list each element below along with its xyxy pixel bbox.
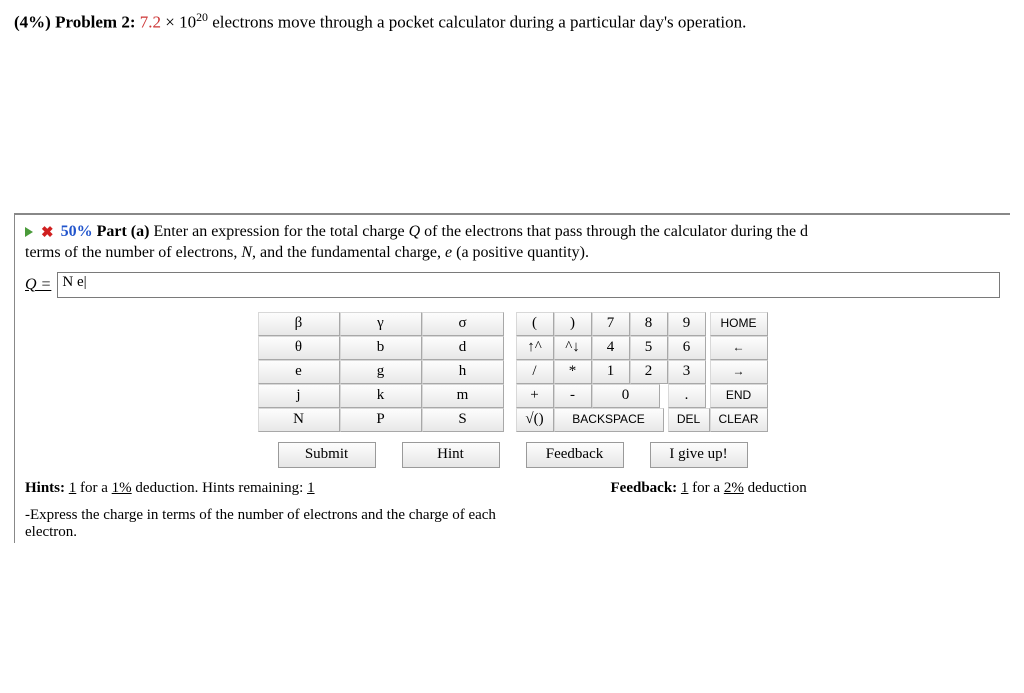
hint-text: -Express the charge in terms of the numb…: [25, 507, 545, 541]
feedback-button[interactable]: Feedback: [526, 442, 624, 468]
key-lparen[interactable]: (: [516, 312, 554, 336]
action-row: Submit Hint Feedback I give up!: [25, 442, 1000, 468]
key-upper-p[interactable]: P: [340, 408, 422, 432]
key-beta[interactable]: β: [258, 312, 340, 336]
key-plus[interactable]: +: [516, 384, 554, 408]
hints-info: Hints: 1 for a 1% deduction. Hints remai…: [25, 480, 611, 497]
answer-lhs: Q =: [25, 276, 51, 294]
answer-row: Q = N e|: [25, 272, 1000, 298]
key-end[interactable]: END: [710, 384, 768, 408]
hints-feedback-row: Hints: 1 for a 1% deduction. Hints remai…: [25, 480, 1000, 497]
key-dot[interactable]: .: [668, 384, 706, 408]
keypad: β γ σ θ b d e g h j k m: [25, 312, 1000, 432]
hints-label: Hints:: [25, 480, 65, 496]
key-e[interactable]: e: [258, 360, 340, 384]
key-6[interactable]: 6: [668, 336, 706, 360]
key-minus[interactable]: -: [554, 384, 592, 408]
play-icon: [25, 227, 33, 237]
part-a-box: ✖ 50% Part (a) Enter an expression for t…: [14, 213, 1010, 543]
giveup-button[interactable]: I give up!: [650, 442, 748, 468]
key-1[interactable]: 1: [592, 360, 630, 384]
key-g[interactable]: g: [340, 360, 422, 384]
key-clear[interactable]: CLEAR: [710, 408, 768, 432]
key-m[interactable]: m: [422, 384, 504, 408]
exponent: 20: [196, 10, 208, 24]
key-sigma[interactable]: σ: [422, 312, 504, 336]
key-upper-s[interactable]: S: [422, 408, 504, 432]
key-up[interactable]: ↑^: [516, 336, 554, 360]
part-a-line1: ✖ 50% Part (a) Enter an expression for t…: [25, 223, 1000, 242]
problem-header: (4%) Problem 2: 7.2 × 1020 electrons mov…: [14, 10, 1010, 33]
part-percent: 50%: [61, 223, 93, 240]
problem-number: Problem 2:: [55, 13, 135, 32]
key-3[interactable]: 3: [668, 360, 706, 384]
key-j[interactable]: j: [258, 384, 340, 408]
feedback-pct: 2%: [724, 480, 744, 496]
problem-value: 7.2: [140, 13, 161, 32]
n-symbol: N: [241, 244, 252, 261]
key-rparen[interactable]: ): [554, 312, 592, 336]
key-b[interactable]: b: [340, 336, 422, 360]
key-upper-n[interactable]: N: [258, 408, 340, 432]
key-left-arrow[interactable]: ←: [710, 336, 768, 360]
key-h[interactable]: h: [422, 360, 504, 384]
part-line2c: (a positive quantity).: [452, 244, 589, 261]
key-sqrt[interactable]: √(): [516, 408, 554, 432]
key-home[interactable]: HOME: [710, 312, 768, 336]
key-gamma[interactable]: γ: [340, 312, 422, 336]
part-text1: Enter an expression for the total charge: [149, 223, 408, 240]
part-a-line2: terms of the number of electrons, N, and…: [25, 244, 1000, 262]
key-0[interactable]: 0: [592, 384, 660, 408]
key-down[interactable]: ^↓: [554, 336, 592, 360]
key-5[interactable]: 5: [630, 336, 668, 360]
key-d[interactable]: d: [422, 336, 504, 360]
key-right-arrow[interactable]: →: [710, 360, 768, 384]
key-4[interactable]: 4: [592, 336, 630, 360]
key-slash[interactable]: /: [516, 360, 554, 384]
key-del[interactable]: DEL: [668, 408, 710, 432]
key-7[interactable]: 7: [592, 312, 630, 336]
key-theta[interactable]: θ: [258, 336, 340, 360]
submit-button[interactable]: Submit: [278, 442, 376, 468]
x-icon: ✖: [41, 225, 54, 241]
key-backspace[interactable]: BACKSPACE: [554, 408, 664, 432]
key-k[interactable]: k: [340, 384, 422, 408]
feedback-label: Feedback:: [611, 480, 678, 496]
symbol-keys: β γ σ θ b d e g h j k m: [258, 312, 504, 432]
key-9[interactable]: 9: [668, 312, 706, 336]
answer-input[interactable]: N e|: [57, 272, 1000, 298]
key-star[interactable]: *: [554, 360, 592, 384]
numeric-keys: ( ) 7 8 9 HOME ↑^ ^↓ 4 5 6 ← / *: [516, 312, 768, 432]
times-ten: × 10: [161, 13, 196, 32]
part-line2b: , and the fundamental charge,: [252, 244, 445, 261]
problem-weight: (4%): [14, 13, 51, 32]
feedback-info: Feedback: 1 for a 2% deduction: [611, 480, 1001, 497]
hints-pct: 1%: [112, 480, 132, 496]
part-text2: of the electrons that pass through the c…: [420, 223, 808, 240]
hint-button[interactable]: Hint: [402, 442, 500, 468]
part-line2a: terms of the number of electrons,: [25, 244, 241, 261]
key-2[interactable]: 2: [630, 360, 668, 384]
problem-rest: electrons move through a pocket calculat…: [208, 13, 746, 32]
q-symbol: Q: [409, 223, 421, 240]
part-label: Part (a): [97, 223, 150, 240]
hints-remaining: 1: [307, 480, 315, 496]
key-8[interactable]: 8: [630, 312, 668, 336]
